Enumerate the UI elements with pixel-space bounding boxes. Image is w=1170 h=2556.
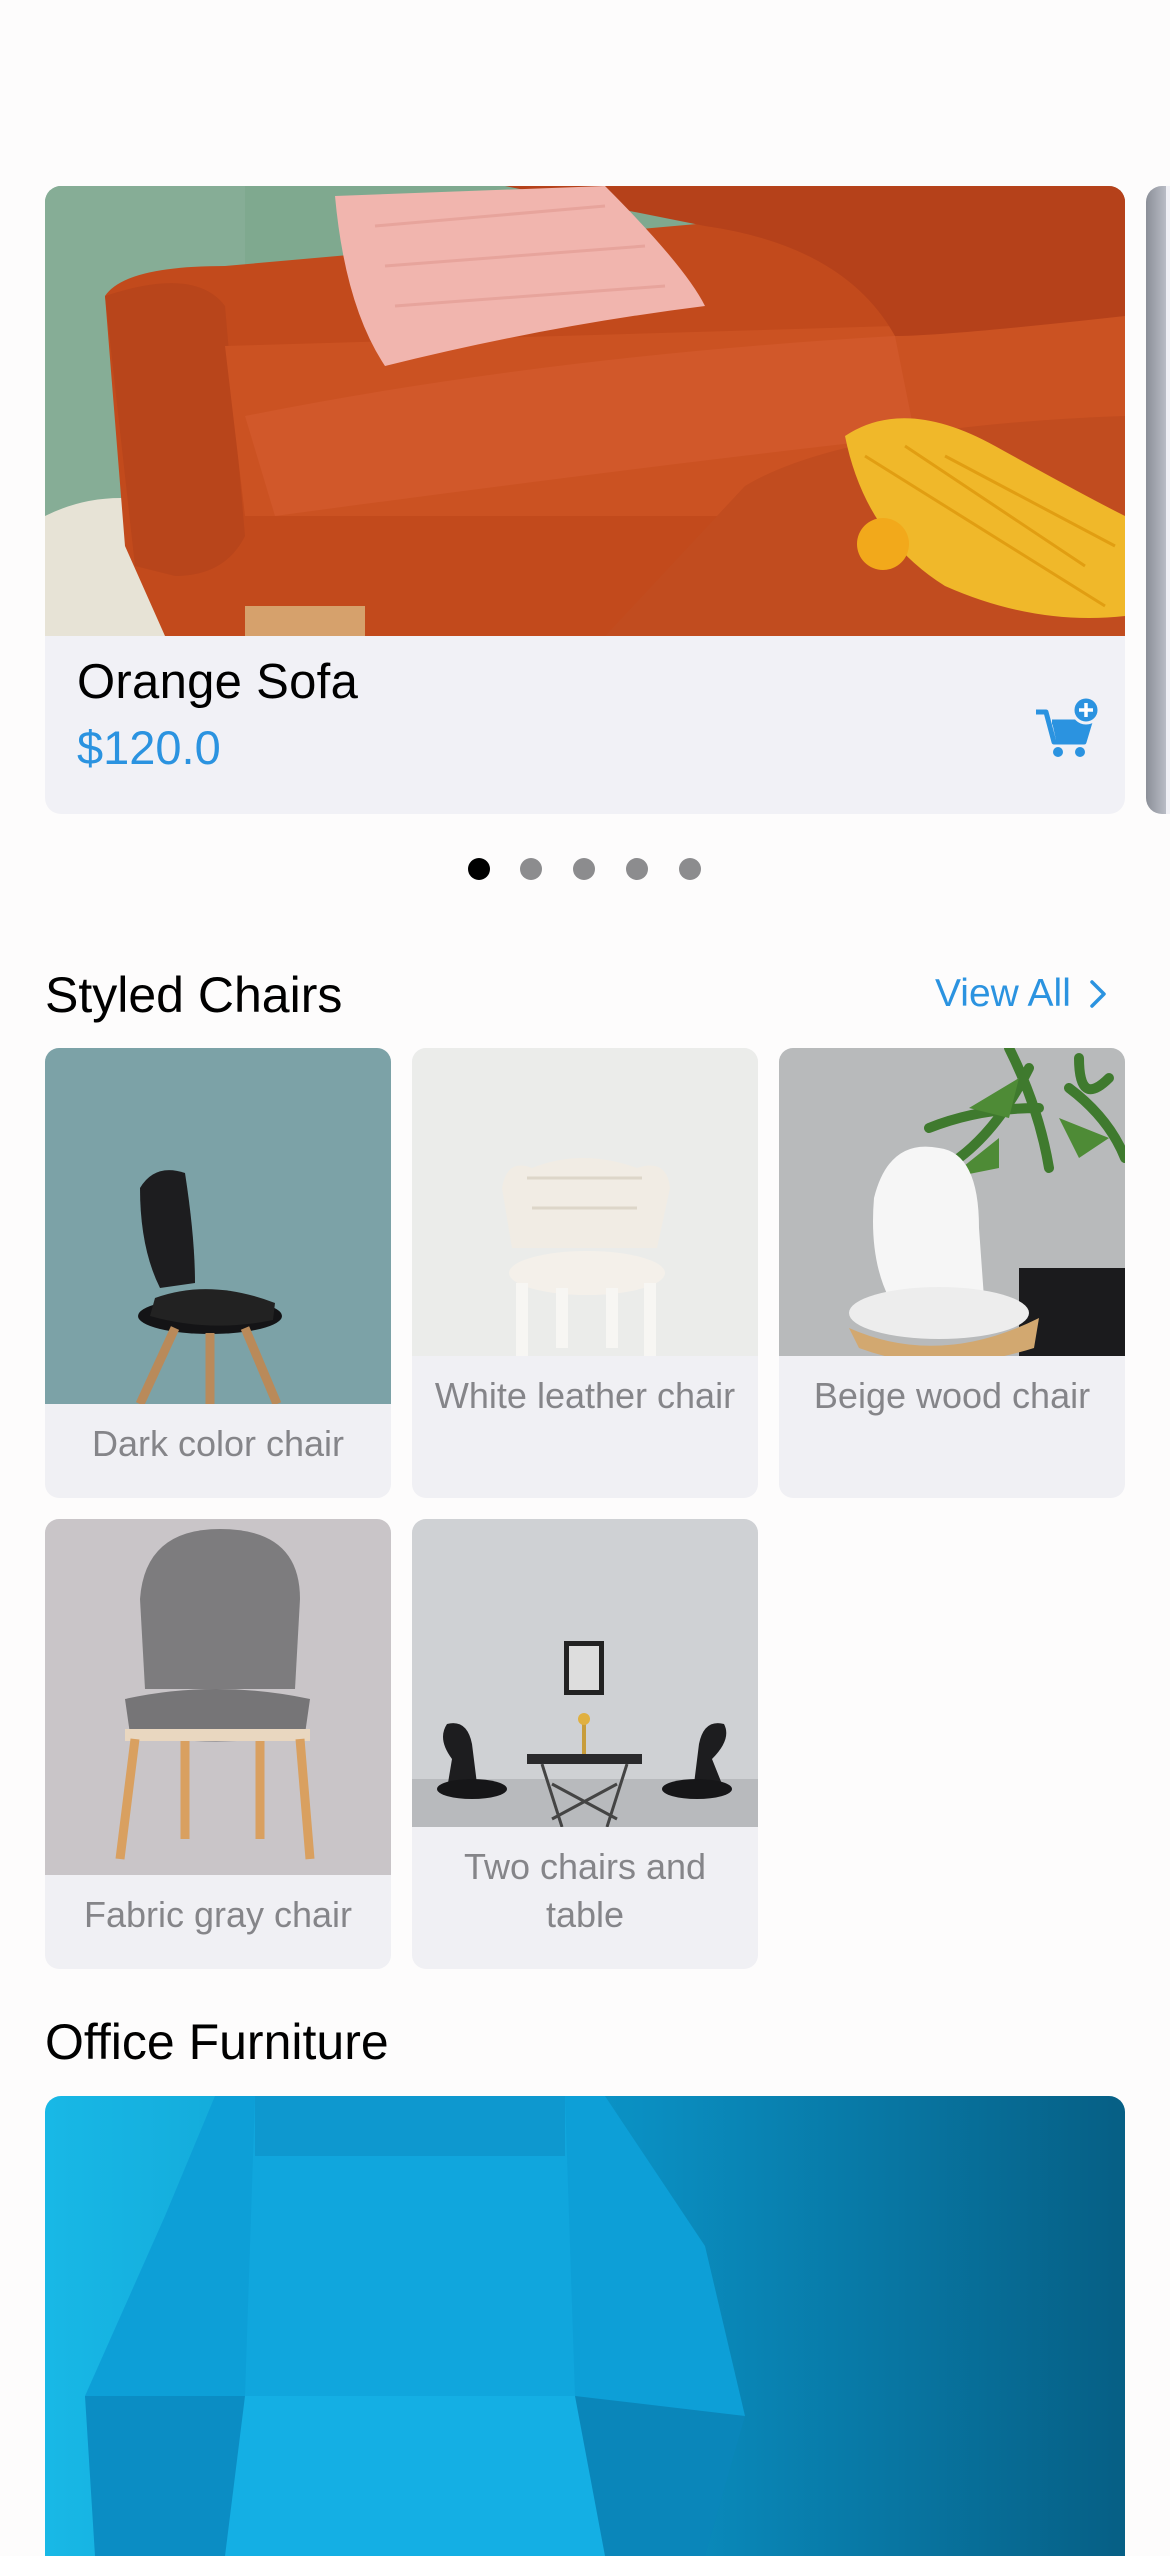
view-all-link[interactable]: View All xyxy=(935,972,1107,1016)
dark-chair-image xyxy=(45,1048,391,1404)
chair-tile[interactable]: Beige wood chair xyxy=(779,1048,1125,1498)
beige-wood-chair-image xyxy=(779,1048,1125,1356)
pager-dot[interactable] xyxy=(520,858,542,880)
next-product-card-peek[interactable] xyxy=(1146,186,1170,814)
section-title-styled-chairs: Styled Chairs xyxy=(45,967,343,1023)
chair-tile-label: Beige wood chair xyxy=(813,1375,1091,1416)
chair-tile-label: Dark color chair xyxy=(91,1423,345,1464)
add-to-cart-button[interactable] xyxy=(1030,694,1101,764)
pager-dot[interactable] xyxy=(679,858,701,880)
view-all-label: View All xyxy=(935,972,1071,1015)
product-price: $120.0 xyxy=(77,721,221,774)
chair-tile[interactable]: Two chairs and table xyxy=(412,1519,758,1969)
featured-product-card[interactable]: Orange Sofa $120.0 xyxy=(45,186,1125,814)
chair-tile-label: White leather chair xyxy=(434,1375,736,1416)
office-furniture-card[interactable] xyxy=(45,2096,1125,2556)
section-title-office-furniture: Office Furniture xyxy=(45,2014,389,2070)
pager-dot[interactable] xyxy=(626,858,648,880)
chair-tile[interactable]: White leather chair xyxy=(412,1048,758,1498)
pager-dot-active[interactable] xyxy=(468,858,490,880)
chair-tile-label: Two chairs and table xyxy=(463,1846,707,1935)
chair-tile-label: Fabric gray chair xyxy=(83,1894,353,1935)
blue-armchair-image xyxy=(45,2096,1125,2556)
white-leather-chair-image xyxy=(412,1048,758,1356)
pager-dot[interactable] xyxy=(573,858,595,880)
two-chairs-and-table-image xyxy=(412,1519,758,1827)
product-title: Orange Sofa xyxy=(77,655,359,709)
cart-plus-icon xyxy=(1036,695,1101,757)
fabric-gray-chair-image xyxy=(45,1519,391,1875)
chair-tile[interactable]: Dark color chair xyxy=(45,1048,391,1498)
chevron-right-icon xyxy=(1090,980,1106,1008)
orange-sofa-image xyxy=(45,186,1125,636)
chair-tile[interactable]: Fabric gray chair xyxy=(45,1519,391,1969)
